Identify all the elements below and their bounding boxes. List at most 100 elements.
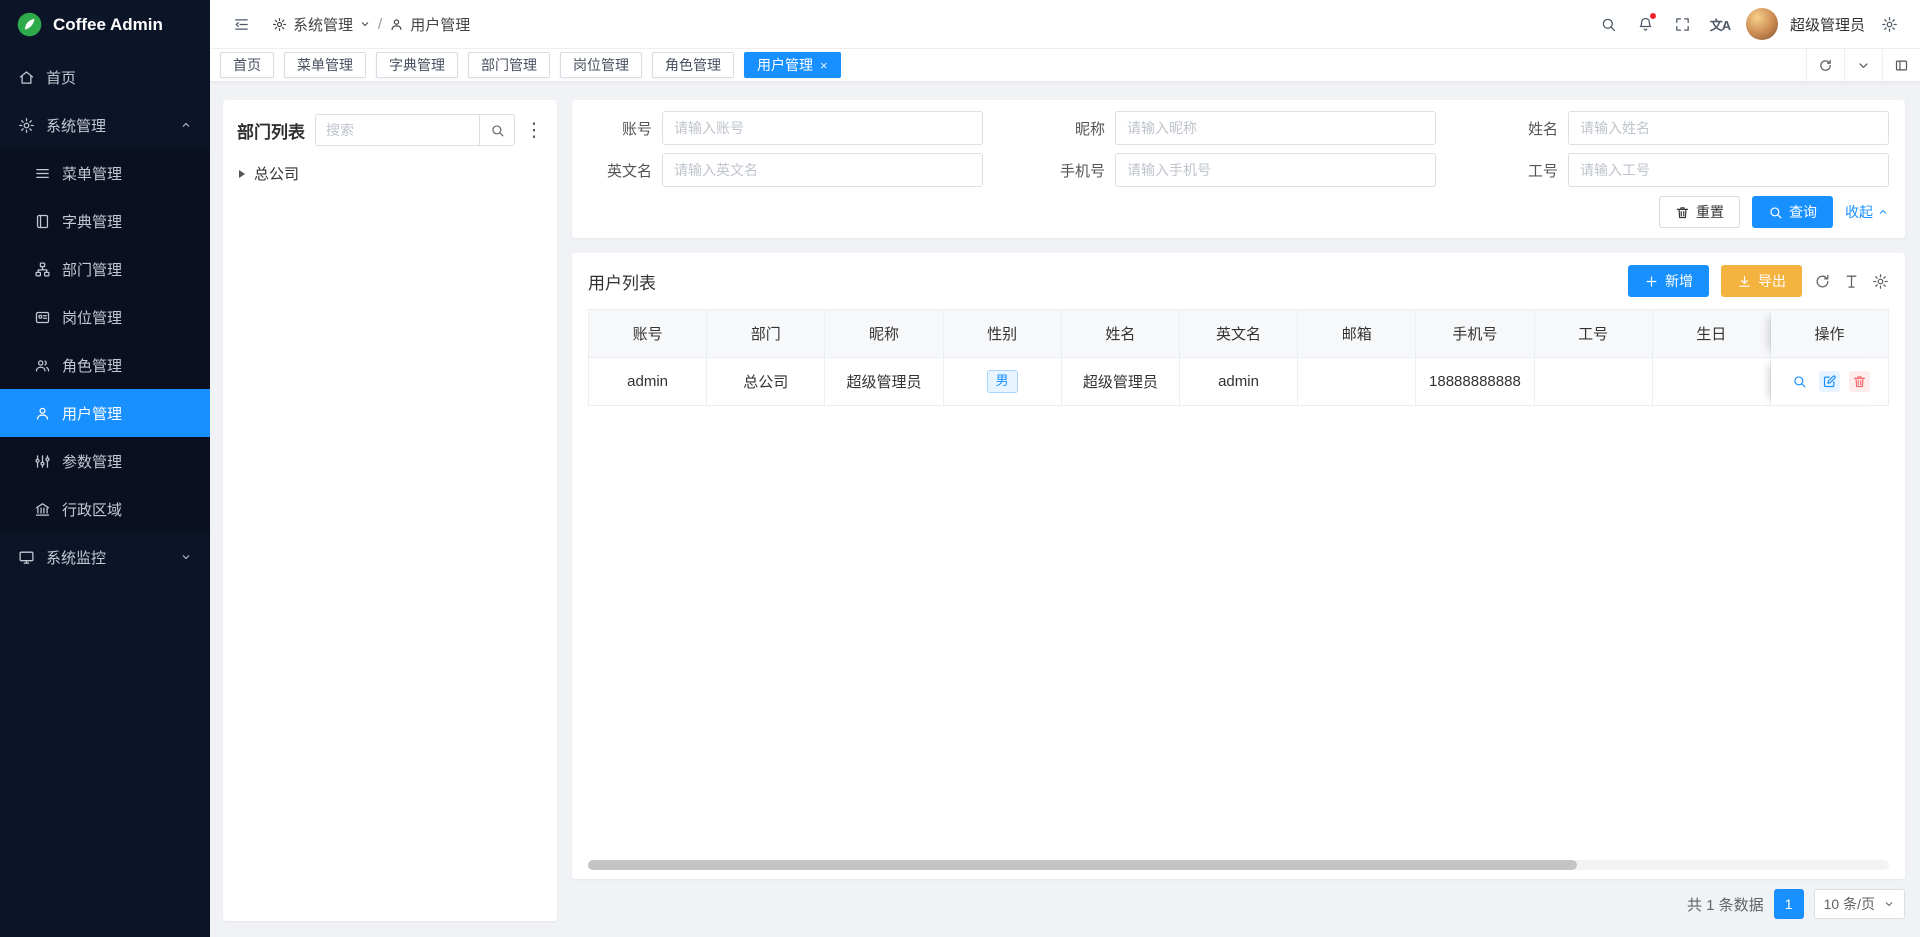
sidebar-item-user-mgmt[interactable]: 用户管理 <box>0 389 210 437</box>
trash-icon <box>1852 374 1867 389</box>
sidebar-item-home[interactable]: 首页 <box>0 53 210 101</box>
col-work-no: 工号 <box>1535 310 1653 358</box>
sidebar-item-menu-mgmt[interactable]: 菜单管理 <box>0 149 210 197</box>
reset-button[interactable]: 重置 <box>1659 196 1740 228</box>
sidebar: Coffee Admin 首页 系统管理 菜单管理 字典管理 <box>0 0 210 937</box>
page-number-button[interactable]: 1 <box>1774 889 1804 919</box>
sidebar-item-dict-mgmt[interactable]: 字典管理 <box>0 197 210 245</box>
tree-node-label: 总公司 <box>254 163 299 184</box>
page-size-select[interactable]: 10 条/页 <box>1814 889 1905 919</box>
cell-actions <box>1771 358 1888 406</box>
tab-dict-mgmt[interactable]: 字典管理 <box>376 52 458 78</box>
collapse-filters-button[interactable]: 收起 <box>1845 202 1889 222</box>
sidebar-group-system[interactable]: 系统管理 <box>0 101 210 149</box>
account-input[interactable] <box>662 111 983 145</box>
layout-icon <box>1894 58 1909 73</box>
tab-role-mgmt[interactable]: 角色管理 <box>652 52 734 78</box>
filter-grid: 账号 昵称 姓名 英文名 <box>588 111 1889 187</box>
export-button[interactable]: 导出 <box>1721 265 1802 297</box>
work-no-input[interactable] <box>1568 153 1889 187</box>
chevron-down-icon <box>1883 898 1895 910</box>
name-input[interactable] <box>1568 111 1889 145</box>
add-user-button[interactable]: 新增 <box>1628 265 1709 297</box>
col-email: 邮箱 <box>1298 310 1416 358</box>
search-filter-card: 账号 昵称 姓名 英文名 <box>572 100 1905 238</box>
sidebar-group-label: 系统管理 <box>46 115 106 136</box>
col-dept: 部门 <box>707 310 825 358</box>
search-icon <box>1600 16 1617 33</box>
app-root: Coffee Admin 首页 系统管理 菜单管理 字典管理 <box>0 0 1920 937</box>
translate-icon: 文A <box>1710 15 1730 34</box>
department-more-button[interactable]: ⋮ <box>525 119 543 142</box>
tab-post-mgmt[interactable]: 岗位管理 <box>560 52 642 78</box>
brand-name: Coffee Admin <box>53 15 163 35</box>
phone-input[interactable] <box>1115 153 1436 187</box>
tab-dept-mgmt[interactable]: 部门管理 <box>468 52 550 78</box>
edit-row-button[interactable] <box>1819 371 1840 392</box>
sidebar-item-dept-mgmt[interactable]: 部门管理 <box>0 245 210 293</box>
refresh-table-button[interactable] <box>1814 273 1831 290</box>
en-name-input[interactable] <box>662 153 983 187</box>
breadcrumb-label: 系统管理 <box>293 14 353 35</box>
chevron-down-icon <box>359 18 371 30</box>
cell-phone: 18888888888 <box>1416 358 1534 406</box>
sidebar-item-post-mgmt[interactable]: 岗位管理 <box>0 293 210 341</box>
user-icon <box>389 17 404 32</box>
field-work-no: 工号 <box>1494 153 1889 187</box>
nickname-input[interactable] <box>1115 111 1436 145</box>
search-icon <box>1768 205 1783 220</box>
user-list-card: 用户列表 新增 导出 <box>572 253 1905 879</box>
tree-expand-caret-icon[interactable] <box>239 170 245 178</box>
collapse-sidebar-button[interactable] <box>224 7 258 41</box>
user-list-title: 用户列表 <box>588 269 656 294</box>
department-search-button[interactable] <box>479 114 515 146</box>
field-name: 姓名 <box>1494 111 1889 145</box>
sidebar-item-role-mgmt[interactable]: 角色管理 <box>0 341 210 389</box>
page-content: 部门列表 ⋮ 总公司 <box>210 82 1920 937</box>
close-tab-icon[interactable]: × <box>820 59 828 72</box>
refresh-tab-button[interactable] <box>1806 49 1844 81</box>
tree-node-head-office[interactable]: 总公司 <box>237 160 543 187</box>
query-button[interactable]: 查询 <box>1752 196 1833 228</box>
view-row-button[interactable] <box>1789 371 1810 392</box>
home-icon <box>18 69 35 86</box>
breadcrumb-user-mgmt[interactable]: 用户管理 <box>389 14 470 35</box>
brand-logo: Coffee Admin <box>0 0 210 49</box>
cell-en-name: admin <box>1180 358 1298 406</box>
fullscreen-icon <box>1674 16 1691 33</box>
content-fullscreen-button[interactable] <box>1882 49 1920 81</box>
search-icon <box>490 123 505 138</box>
horizontal-scrollbar-thumb[interactable] <box>588 860 1577 870</box>
sidebar-item-label: 用户管理 <box>62 403 122 424</box>
row-height-button[interactable] <box>1843 273 1860 290</box>
field-account: 账号 <box>588 111 983 145</box>
department-search <box>315 114 515 146</box>
gear-icon <box>18 117 35 134</box>
fullscreen-button[interactable] <box>1666 7 1700 41</box>
sidebar-item-label: 首页 <box>46 67 76 88</box>
tab-list-dropdown-button[interactable] <box>1844 49 1882 81</box>
settings-button[interactable] <box>1872 7 1906 41</box>
pagination: 共 1 条数据 1 10 条/页 <box>572 887 1905 921</box>
language-switch-button[interactable]: 文A <box>1703 7 1737 41</box>
sidebar-item-param-mgmt[interactable]: 参数管理 <box>0 437 210 485</box>
sidebar-item-region-mgmt[interactable]: 行政区域 <box>0 485 210 533</box>
delete-row-button[interactable] <box>1849 371 1870 392</box>
sidebar-item-label: 行政区域 <box>62 499 122 520</box>
department-search-input[interactable] <box>315 114 479 146</box>
global-search-button[interactable] <box>1592 7 1626 41</box>
notifications-button[interactable] <box>1629 7 1663 41</box>
sidebar-item-label: 参数管理 <box>62 451 122 472</box>
current-user-name[interactable]: 超级管理员 <box>1790 14 1865 35</box>
breadcrumb-system-mgmt[interactable]: 系统管理 <box>272 14 371 35</box>
tab-menu-mgmt[interactable]: 菜单管理 <box>284 52 366 78</box>
table-settings-button[interactable] <box>1872 273 1889 290</box>
chevron-up-icon <box>1877 206 1889 218</box>
avatar[interactable] <box>1746 8 1778 40</box>
tab-user-mgmt[interactable]: 用户管理 × <box>744 52 841 78</box>
team-icon <box>34 357 51 374</box>
tab-home[interactable]: 首页 <box>220 52 274 78</box>
top-header: 系统管理 / 用户管理 <box>210 0 1920 49</box>
sidebar-group-monitor[interactable]: 系统监控 <box>0 533 210 581</box>
user-list-toolbar: 用户列表 新增 导出 <box>588 253 1889 309</box>
